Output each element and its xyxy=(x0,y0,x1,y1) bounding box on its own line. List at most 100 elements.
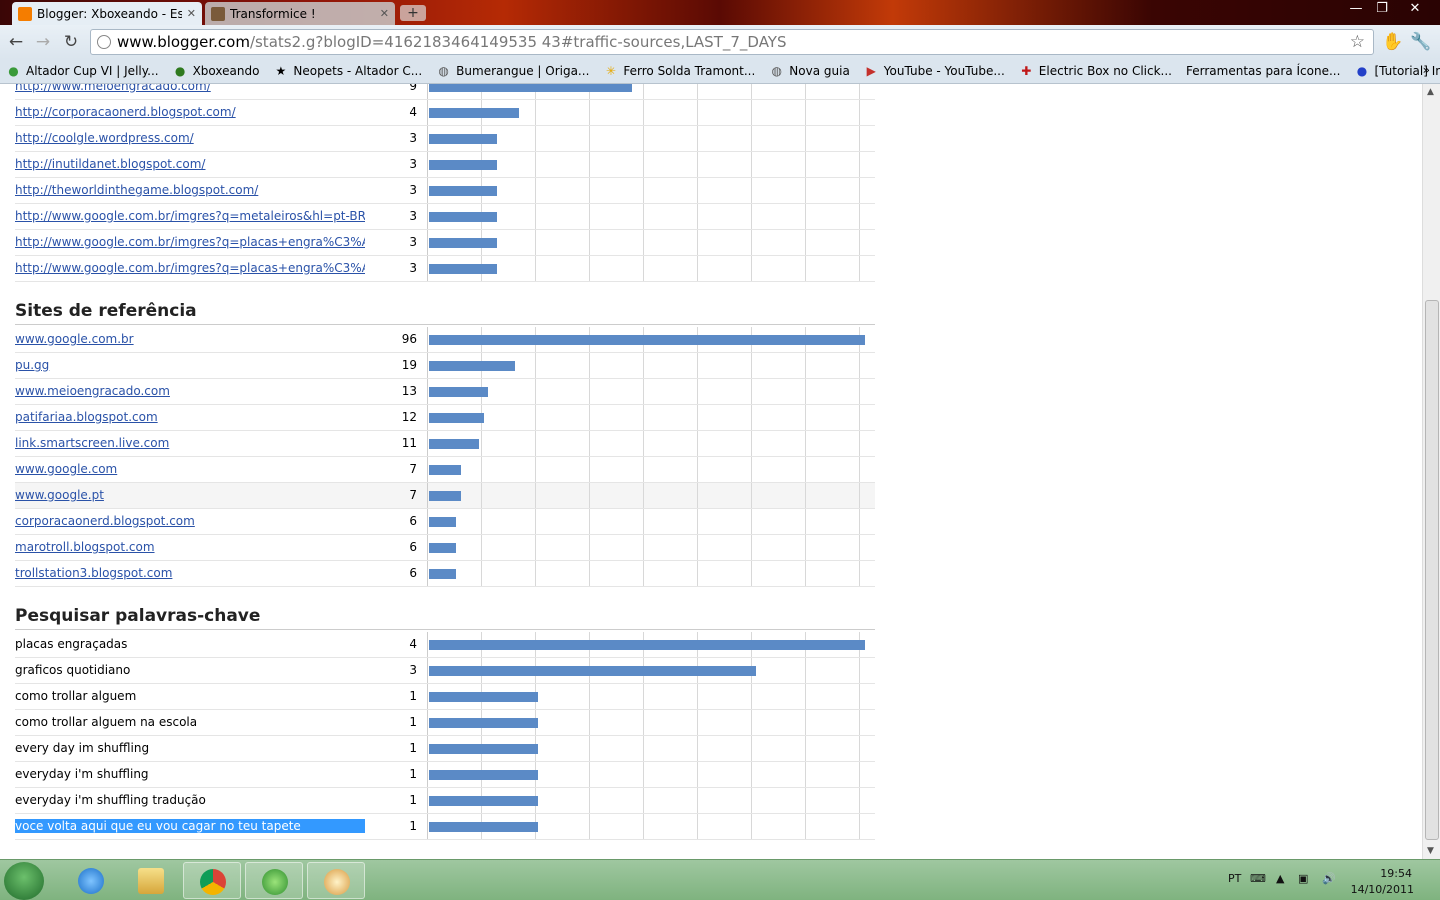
clock-time[interactable]: 19:54 xyxy=(1380,867,1412,880)
table-row: voce volta aqui que eu vou cagar no teu … xyxy=(15,814,875,840)
count-bar xyxy=(429,744,538,754)
row-count: 1 xyxy=(409,767,417,781)
row-link[interactable]: http://www.google.com.br/imgres?q=placas… xyxy=(15,235,365,249)
keyboard-icon[interactable]: ⌨ xyxy=(1250,872,1266,885)
bookmark-item[interactable]: ● Xboxeando xyxy=(173,64,260,79)
star-icon: ★ xyxy=(275,63,287,78)
count-bar xyxy=(429,84,632,92)
network-icon[interactable]: ▣ xyxy=(1298,872,1308,885)
back-button[interactable]: ← xyxy=(5,32,27,52)
youtube-icon: ▶ xyxy=(866,63,876,78)
row-link[interactable]: pu.gg xyxy=(15,358,365,372)
count-bar xyxy=(429,770,538,780)
bar-track xyxy=(427,509,875,534)
taskbar-chrome[interactable] xyxy=(183,862,241,899)
bookmark-label: Ferro Solda Tramont... xyxy=(623,64,756,78)
tab-strip: Blogger: Xboxeando - Estatí ✕ Transformi… xyxy=(0,0,1440,25)
taskbar-ie[interactable] xyxy=(62,862,120,899)
count-bar xyxy=(429,543,456,553)
row-count: 1 xyxy=(409,689,417,703)
table-row: http://www.google.com.br/imgres?q=metale… xyxy=(15,204,875,230)
bar-track xyxy=(427,814,875,839)
tab-transformice[interactable]: Transformice ! ✕ xyxy=(205,2,395,25)
show-hidden-icons-icon[interactable]: ▲ xyxy=(1276,872,1284,885)
wrench-icon[interactable]: 🔧 xyxy=(1410,32,1432,52)
language-indicator[interactable]: PT xyxy=(1228,872,1241,885)
row-link[interactable]: trollstation3.blogspot.com xyxy=(15,566,365,580)
volume-icon[interactable]: 🔊 xyxy=(1322,872,1336,885)
bookmark-label: Xboxeando xyxy=(192,64,260,78)
row-label: every day im shuffling xyxy=(15,741,150,755)
tab-title: Transformice ! xyxy=(230,6,316,21)
forward-button[interactable]: → xyxy=(32,32,54,52)
row-link[interactable]: http://www.meioengracado.com/ xyxy=(15,84,365,93)
minimize-button[interactable]: — xyxy=(1343,0,1369,18)
bar-track xyxy=(427,100,875,125)
more-bookmarks-icon[interactable]: » xyxy=(1423,63,1430,77)
row-count: 12 xyxy=(401,410,417,424)
globe-icon: ◍ xyxy=(438,63,449,78)
stats-page: http://www.meioengracado.com/9 http://cor… xyxy=(0,84,1422,859)
start-button[interactable] xyxy=(4,862,44,900)
row-label: voce volta aqui que eu vou cagar no teu … xyxy=(15,819,365,833)
bookmark-item[interactable]: ▶ YouTube - YouTube... xyxy=(864,64,1005,79)
bar-track xyxy=(427,684,875,709)
bookmark-label: Nova guia xyxy=(789,64,850,78)
row-link[interactable]: www.meioengracado.com xyxy=(15,384,365,398)
row-link[interactable]: http://coolgle.wordpress.com/ xyxy=(15,131,365,145)
row-link[interactable]: patifariaa.blogspot.com xyxy=(15,410,365,424)
row-count: 6 xyxy=(409,514,417,528)
bookmark-item[interactable]: ● Altador Cup VI | Jelly... xyxy=(6,64,158,79)
count-bar xyxy=(429,160,497,170)
row-link[interactable]: http://inutildanet.blogspot.com/ xyxy=(15,157,365,171)
address-bar[interactable]: www.blogger.com /stats2.g?blogID=4162183… xyxy=(90,29,1374,55)
table-row: http://www.google.com.br/imgres?q=placas… xyxy=(15,230,875,256)
bar-track xyxy=(427,379,875,404)
globe-icon: ◍ xyxy=(771,63,783,78)
clock-date[interactable]: 14/10/2011 xyxy=(1351,883,1414,896)
table-row: como trollar alguem 1 xyxy=(15,684,875,710)
bookmark-star-icon[interactable]: ☆ xyxy=(1350,32,1365,52)
row-link[interactable]: http://www.google.com.br/imgres?q=placas… xyxy=(15,261,365,275)
close-window-button[interactable]: ✕ xyxy=(1400,0,1430,18)
row-link[interactable]: http://theworldinthegame.blogspot.com/ xyxy=(15,183,365,197)
taskbar-explorer[interactable] xyxy=(122,862,180,899)
scroll-up-icon[interactable]: ▲ xyxy=(1427,87,1434,97)
bookmark-item[interactable]: ◍ Nova guia xyxy=(769,64,850,79)
bar-track xyxy=(427,710,875,735)
row-link[interactable]: www.google.com.br xyxy=(15,332,365,346)
bookmark-item[interactable]: Ferramentas para Ícone... xyxy=(1186,64,1340,78)
bookmark-item[interactable]: ★ Neopets - Altador C... xyxy=(273,63,423,79)
restore-button[interactable]: ❐ xyxy=(1369,0,1395,18)
bookmark-label: Electric Box no Click... xyxy=(1038,64,1172,78)
bar-track xyxy=(427,483,875,508)
row-link[interactable]: marotroll.blogspot.com xyxy=(15,540,365,554)
transformice-icon xyxy=(211,6,225,21)
table-row: www.google.pt 7 xyxy=(15,483,875,509)
row-count: 3 xyxy=(409,261,417,275)
row-link[interactable]: link.smartscreen.live.com xyxy=(15,436,365,450)
count-bar xyxy=(429,186,497,196)
tab-blogger[interactable]: Blogger: Xboxeando - Estatí ✕ xyxy=(12,2,202,25)
row-count: 3 xyxy=(409,663,417,677)
bookmark-label: Neopets - Altador C... xyxy=(293,64,423,78)
close-icon[interactable]: ✕ xyxy=(187,7,196,20)
row-link[interactable]: http://www.google.com.br/imgres?q=metale… xyxy=(15,209,365,223)
row-link[interactable]: www.google.com xyxy=(15,462,365,476)
new-tab-button[interactable]: + xyxy=(400,5,426,21)
row-link[interactable]: corporacaonerd.blogspot.com xyxy=(15,514,365,528)
extension-icon[interactable]: ✋ xyxy=(1382,32,1404,52)
row-link[interactable]: http://corporacaonerd.blogspot.com/ xyxy=(15,105,365,119)
bookmark-item[interactable]: ✚ Electric Box no Click... xyxy=(1019,64,1172,79)
taskbar-messenger[interactable] xyxy=(245,862,303,899)
bar-track xyxy=(427,535,875,560)
scroll-thumb[interactable] xyxy=(1425,300,1439,840)
row-link[interactable]: www.google.pt xyxy=(15,488,365,502)
bookmark-item[interactable]: ◍ Bumerangue | Origa... xyxy=(436,64,589,79)
vertical-scrollbar[interactable]: ▲ ▼ xyxy=(1422,84,1440,859)
close-icon[interactable]: ✕ xyxy=(380,7,389,20)
reload-button[interactable]: ↻ xyxy=(60,32,82,52)
scroll-down-icon[interactable]: ▼ xyxy=(1427,846,1434,856)
taskbar-paint[interactable] xyxy=(307,862,365,899)
bookmark-item[interactable]: ✳ Ferro Solda Tramont... xyxy=(603,64,755,79)
